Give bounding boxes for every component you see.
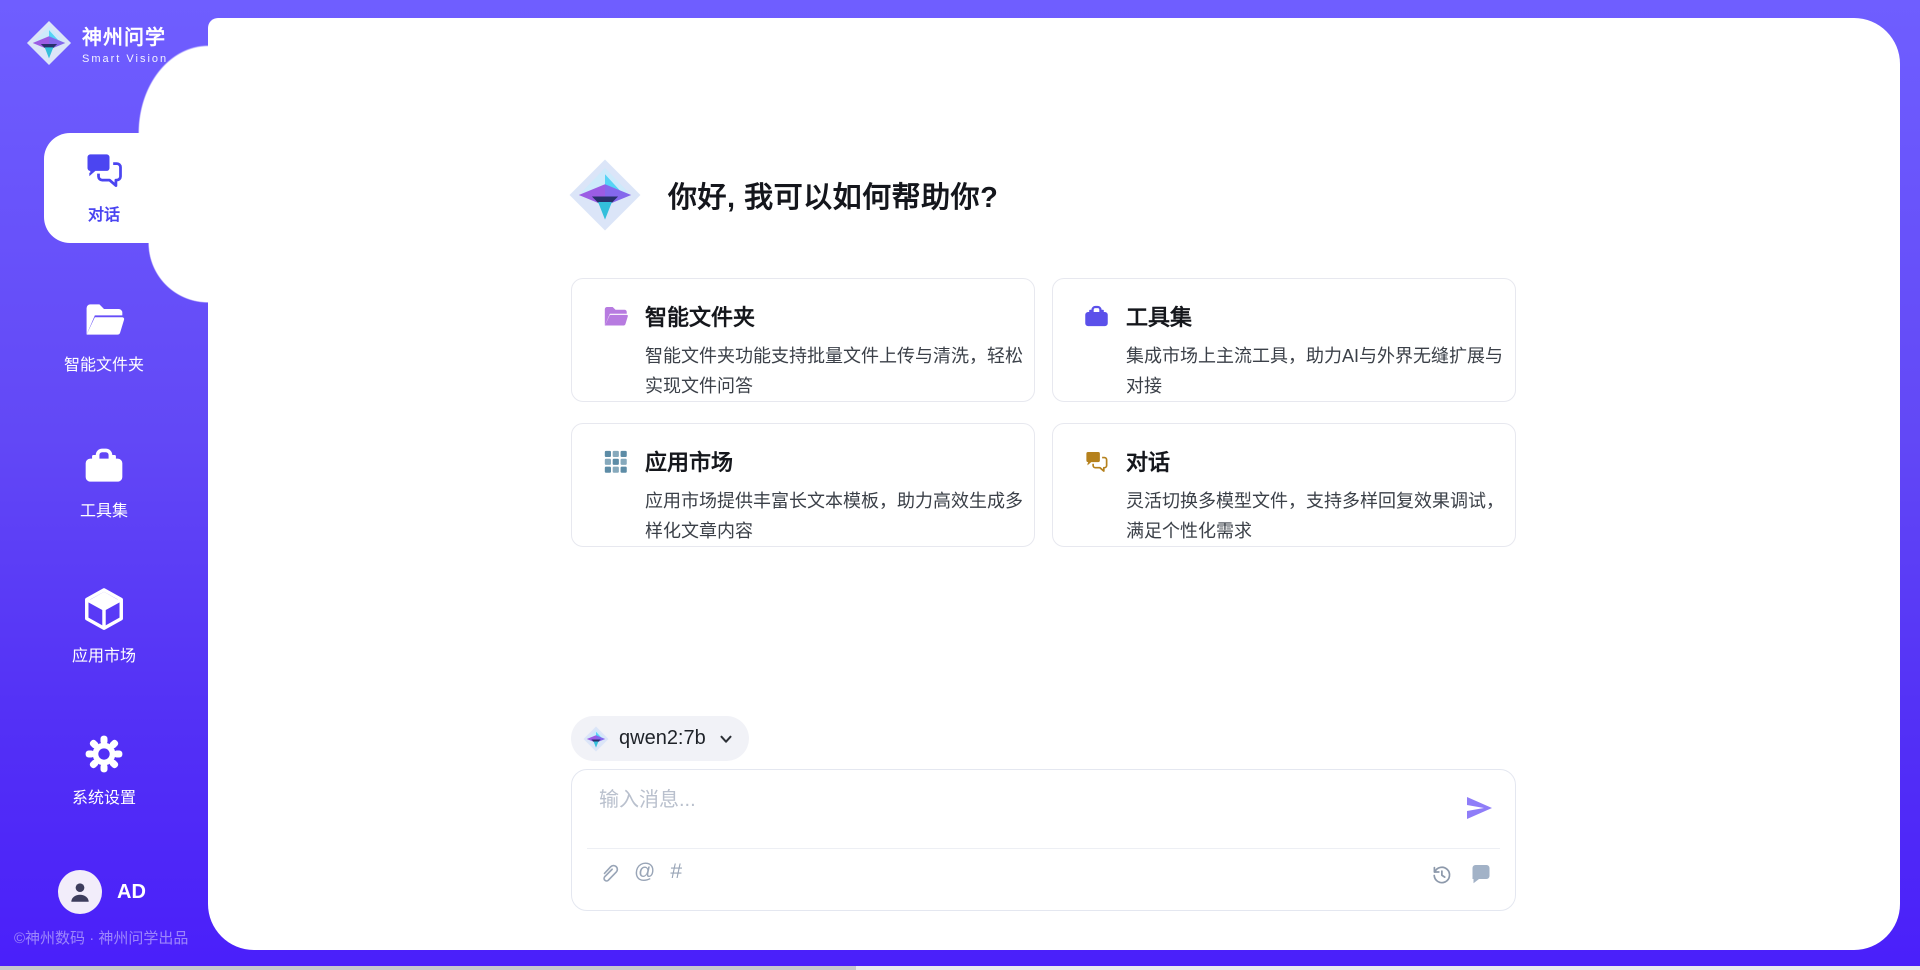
card-description: 应用市场提供丰富长文本模板，助力高效生成多样化文章内容 xyxy=(645,486,1024,546)
card-title: 应用市场 xyxy=(645,445,733,477)
chat-bubble-icon xyxy=(1469,862,1493,886)
main-panel: 你好, 我可以如何帮助你? 智能文件夹 智能文件夹功能支持批量文件上传与清洗，轻… xyxy=(208,18,1900,950)
card-description: 智能文件夹功能支持批量文件上传与清洗，轻松实现文件问答 xyxy=(645,341,1024,401)
horizontal-scrollbar[interactable] xyxy=(0,966,1920,970)
send-icon xyxy=(1464,793,1494,823)
history-button[interactable] xyxy=(1430,863,1453,886)
card-title: 智能文件夹 xyxy=(645,300,755,332)
app-logo: 神州问学 Smart Vision xyxy=(26,20,168,66)
sidebar-item-smart-folder[interactable]: 智能文件夹 xyxy=(0,298,208,375)
card-description: 集成市场上主流工具，助力AI与外界无缝扩展与对接 xyxy=(1126,341,1505,401)
sidebar-item-label: 工具集 xyxy=(80,497,128,521)
sidebar-item-label: 对话 xyxy=(88,201,120,225)
sidebar-item-app-market[interactable]: 应用市场 xyxy=(0,587,208,666)
composer-divider xyxy=(587,848,1500,849)
card-description: 灵活切换多模型文件，支持多样回复效果调试，满足个性化需求 xyxy=(1126,486,1505,546)
folder-icon xyxy=(82,298,126,342)
scrollbar-thumb[interactable] xyxy=(0,966,856,970)
person-icon xyxy=(67,879,93,905)
message-composer: @ # xyxy=(571,769,1516,911)
user-name: AD xyxy=(117,881,146,904)
sidebar-item-settings[interactable]: 系统设置 xyxy=(0,733,208,808)
paperclip-icon xyxy=(597,860,619,884)
hash-icon: # xyxy=(670,860,682,884)
message-input[interactable] xyxy=(599,783,1459,841)
topic-button[interactable]: # xyxy=(670,860,682,884)
card-app-market[interactable]: 应用市场 应用市场提供丰富长文本模板，助力高效生成多样化文章内容 xyxy=(571,423,1035,547)
chat-icon xyxy=(1083,448,1110,475)
gear-icon xyxy=(83,733,125,775)
history-clock-icon xyxy=(1430,863,1453,886)
card-title: 对话 xyxy=(1126,445,1170,477)
feature-cards: 智能文件夹 智能文件夹功能支持批量文件上传与清洗，轻松实现文件问答 工具集 集成… xyxy=(571,278,1516,547)
send-button[interactable] xyxy=(1464,793,1494,823)
toolbox-icon xyxy=(1083,303,1110,330)
brand-subtitle: Smart Vision xyxy=(82,53,168,65)
card-chat[interactable]: 对话 灵活切换多模型文件，支持多样回复效果调试，满足个性化需求 xyxy=(1052,423,1516,547)
brand-diamond-icon xyxy=(583,726,609,752)
attach-file-button[interactable] xyxy=(597,860,619,884)
card-toolset[interactable]: 工具集 集成市场上主流工具，助力AI与外界无缝扩展与对接 xyxy=(1052,278,1516,402)
brand-diamond-icon xyxy=(26,20,72,66)
avatar xyxy=(58,870,102,914)
brand-diamond-icon xyxy=(568,158,642,232)
conversation-button[interactable] xyxy=(1469,862,1493,886)
greeting-title: 你好, 我可以如何帮助你? xyxy=(668,174,998,216)
chat-icon xyxy=(82,148,126,192)
toolbox-icon xyxy=(82,444,126,488)
greeting-block: 你好, 我可以如何帮助你? xyxy=(568,158,998,232)
chevron-down-icon xyxy=(716,729,736,749)
sidebar-item-toolset[interactable]: 工具集 xyxy=(0,444,208,521)
sidebar-item-label: 智能文件夹 xyxy=(64,351,144,375)
sidebar-item-label: 系统设置 xyxy=(72,784,136,808)
sidebar-item-chat[interactable]: 对话 xyxy=(0,148,208,225)
brand-name: 神州问学 xyxy=(82,21,168,50)
card-smart-folder[interactable]: 智能文件夹 智能文件夹功能支持批量文件上传与清洗，轻松实现文件问答 xyxy=(571,278,1035,402)
user-account[interactable]: AD xyxy=(58,870,146,914)
folder-icon xyxy=(602,303,629,330)
model-name: qwen2:7b xyxy=(619,727,706,750)
at-icon: @ xyxy=(634,860,655,884)
active-tab-fillet-bottom xyxy=(148,243,208,303)
grid-icon xyxy=(602,448,629,475)
copyright-text: ©神州数码 · 神州问学出品 xyxy=(14,927,188,948)
mention-button[interactable]: @ xyxy=(634,860,655,884)
cube-icon xyxy=(81,587,127,633)
card-title: 工具集 xyxy=(1126,300,1192,332)
sidebar-item-label: 应用市场 xyxy=(72,642,136,666)
model-selector[interactable]: qwen2:7b xyxy=(571,716,749,761)
